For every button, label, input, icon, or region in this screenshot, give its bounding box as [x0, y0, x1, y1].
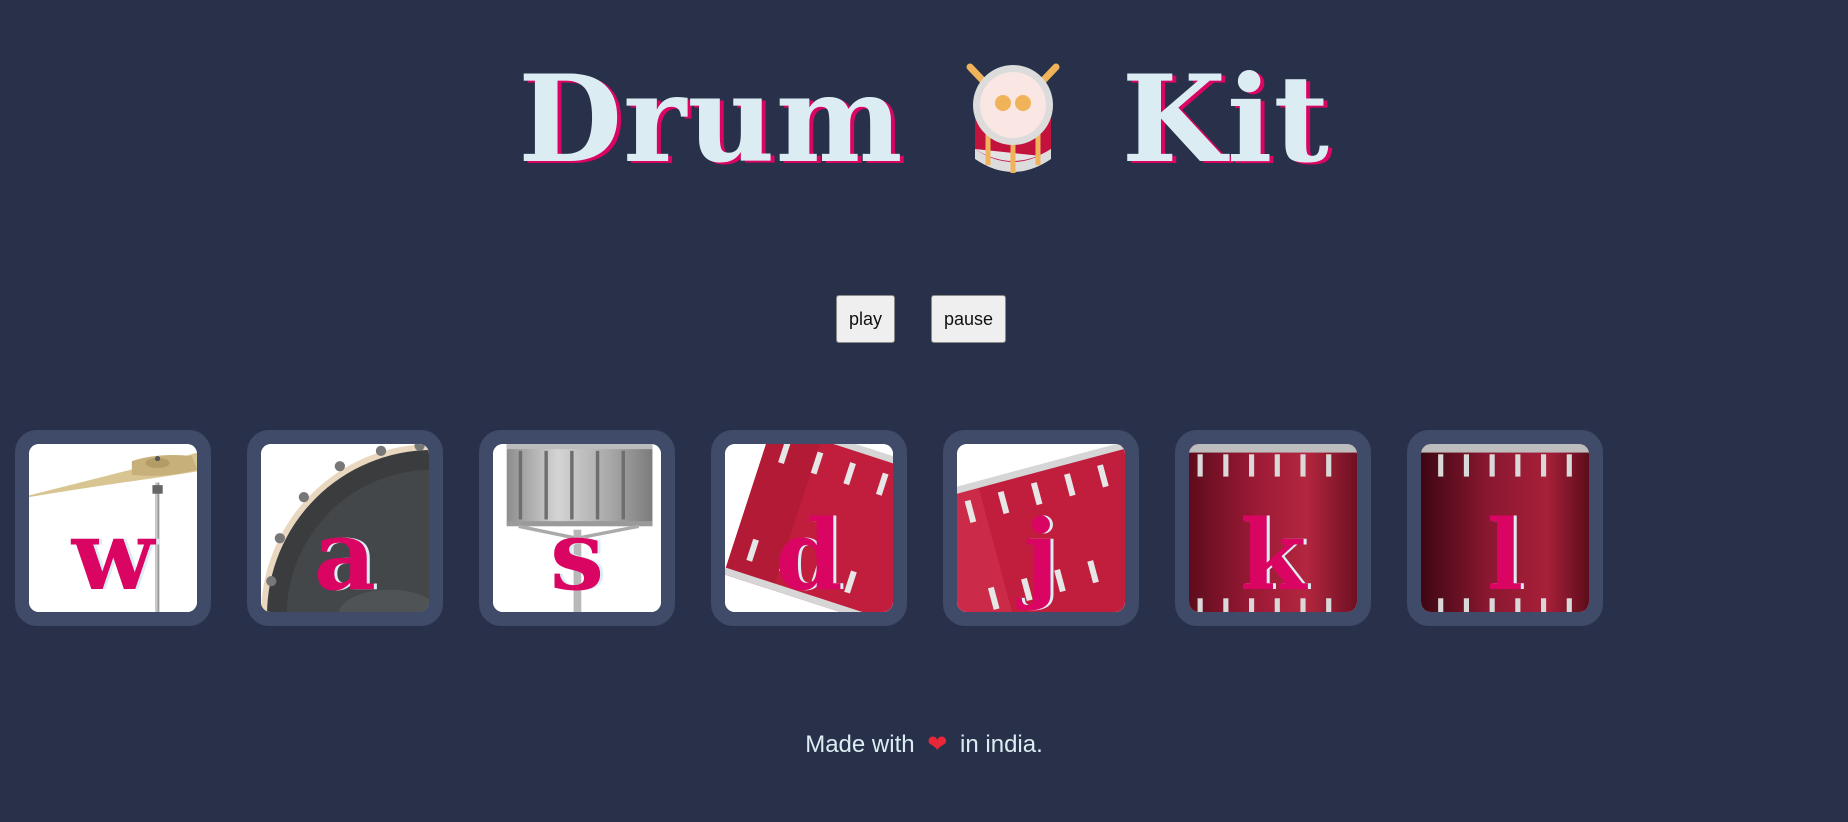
- drum-pad-l[interactable]: l: [1407, 430, 1603, 626]
- pad-face: k: [1189, 444, 1357, 612]
- footer-suffix: in india.: [960, 731, 1043, 758]
- pad-key-label: k: [1239, 499, 1307, 612]
- drum-pads: w a s d j k l: [15, 430, 1603, 626]
- pad-key-label: l: [1486, 499, 1524, 612]
- drum-icon: [966, 63, 1060, 173]
- pad-key-label: j: [1023, 499, 1059, 612]
- drum-pad-s[interactable]: s: [479, 430, 675, 626]
- drum-pad-d[interactable]: d: [711, 430, 907, 626]
- pad-face: w: [29, 444, 197, 612]
- page-title: Drum Kit: [0, 55, 1848, 185]
- drum-pad-w[interactable]: w: [15, 430, 211, 626]
- pad-key-label: s: [549, 499, 605, 612]
- pad-key-label: a: [313, 499, 377, 612]
- play-button[interactable]: play: [835, 295, 895, 343]
- heart-icon: ❤: [927, 731, 948, 758]
- drum-pad-a[interactable]: a: [247, 430, 443, 626]
- footer-prefix: Made with: [805, 731, 915, 758]
- pad-face: a: [261, 444, 429, 612]
- audio-controls: play pause: [0, 295, 1845, 343]
- drum-pad-k[interactable]: k: [1175, 430, 1371, 626]
- drum-pad-j[interactable]: j: [943, 430, 1139, 626]
- title-word-kit: Kit: [1121, 49, 1330, 190]
- pad-face: j: [957, 444, 1125, 612]
- title-word-drum: Drum: [518, 49, 904, 190]
- pad-key-label: w: [71, 499, 155, 612]
- footer: Made with ❤ in india.: [0, 730, 1848, 759]
- pad-key-label: d: [775, 499, 843, 612]
- pad-face: l: [1421, 444, 1589, 612]
- pause-button[interactable]: pause: [930, 295, 1007, 343]
- pad-face: s: [493, 444, 661, 612]
- pad-face: d: [725, 444, 893, 612]
